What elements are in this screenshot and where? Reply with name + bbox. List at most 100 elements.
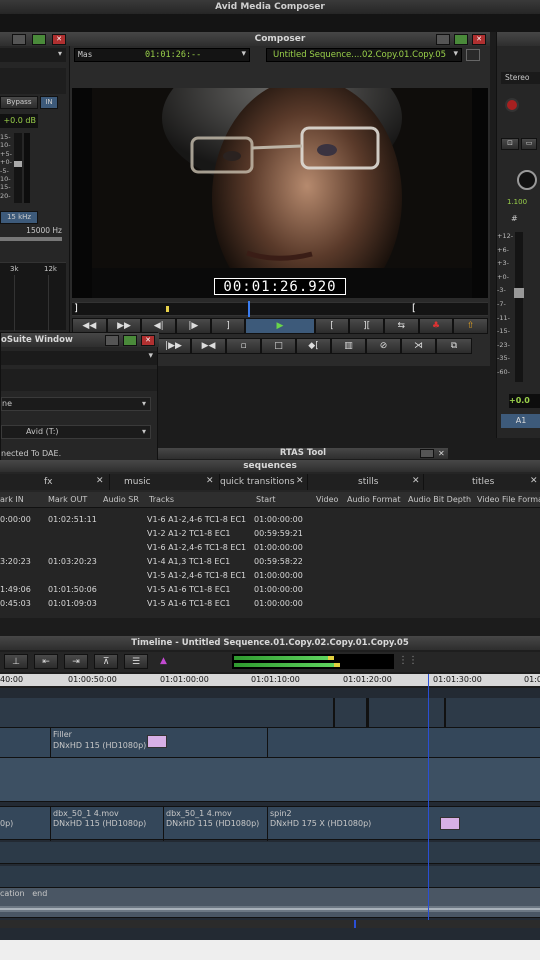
prosuite-field[interactable]: ne ▾ <box>1 397 151 411</box>
track-a2[interactable] <box>0 866 540 888</box>
clip-spin2[interactable]: spin2 DNxHD 175 X (HD1080p) <box>268 807 428 841</box>
freq-slider[interactable] <box>0 237 62 241</box>
add-marker-icon[interactable]: ▲ <box>160 656 167 666</box>
trim-icon[interactable]: ⋊ <box>401 338 436 354</box>
column-header[interactable]: Audio Format <box>347 495 400 504</box>
maximize-button[interactable] <box>123 335 137 346</box>
table-row[interactable]: 3:20:23 01:03:20:23 V1-4 A1,3 TC1-8 EC1 00:… <box>0 555 316 569</box>
clip-dbx-2[interactable]: dbx_50_1 4.mov DNxHD 115 (HD1080p) <box>164 807 268 841</box>
clear-marks-icon[interactable]: ⇆ <box>383 318 419 334</box>
video-monitor[interactable]: 00:01:26.920 <box>72 88 488 298</box>
close-icon[interactable]: ✕ <box>438 448 445 459</box>
track-v5[interactable]: Filler DNxHD 115 (HD1080p) <box>0 728 540 758</box>
column-header[interactable]: ark IN <box>0 495 24 504</box>
drive-selector[interactable]: Avid (T:) ▾ <box>1 425 151 439</box>
timeline-tracks[interactable]: Filler DNxHD 115 (HD1080p) 0p) dbx_50_1 … <box>0 674 540 940</box>
table-row[interactable]: V1-2 A1-2 TC1-8 EC1 00:59:59:21 <box>0 527 316 541</box>
playhead-line[interactable] <box>428 674 429 920</box>
minimize-button[interactable] <box>420 449 434 458</box>
bypass-button[interactable]: Bypass <box>0 96 38 109</box>
segment-icon[interactable]: ▥ <box>331 338 366 354</box>
lift-icon[interactable]: ♣ <box>418 318 454 334</box>
column-header[interactable]: Audio Bit Depth <box>408 495 471 504</box>
timeline-scrollbar[interactable] <box>0 920 540 928</box>
column-header[interactable]: Start <box>256 495 276 504</box>
table-row[interactable]: V1-6 A1-2,4-6 TC1-8 EC1 01:00:00:00 <box>0 541 316 555</box>
mark-out-button[interactable]: ] <box>210 318 246 334</box>
minimize-button[interactable] <box>12 34 26 45</box>
table-row[interactable]: V1-5 A1-2,4-6 TC1-8 EC1 01:00:00:00 <box>0 569 316 583</box>
maximize-button[interactable] <box>454 34 468 45</box>
track-v4[interactable] <box>0 758 540 802</box>
track-a3[interactable]: cation end <box>0 888 540 918</box>
column-header[interactable]: Mark OUT <box>48 495 87 504</box>
position-bar[interactable]: ] [ <box>72 301 488 317</box>
prosuite-dropdown[interactable]: ▾ <box>1 351 157 365</box>
column-header[interactable]: Tracks <box>149 495 174 504</box>
match-frame-icon[interactable]: ◆[ <box>296 338 331 354</box>
tab-stills[interactable]: stills ✕ <box>308 474 424 490</box>
grip-icon[interactable]: ⋮⋮ <box>398 655 418 669</box>
step-forward-icon[interactable]: |▶ <box>176 318 211 334</box>
go-to-in-icon[interactable]: |▶▶ <box>156 338 191 354</box>
plugin-slot[interactable] <box>0 68 66 94</box>
trim-icon[interactable]: ⊼ <box>94 654 118 669</box>
in-button[interactable]: IN <box>40 96 58 109</box>
splice-icon[interactable]: ▫ <box>226 338 261 354</box>
track-a1[interactable] <box>0 842 540 864</box>
gain-fader[interactable] <box>14 133 22 203</box>
close-icon[interactable]: ✕ <box>412 476 420 486</box>
maximize-button[interactable] <box>32 34 46 45</box>
close-icon[interactable]: ✕ <box>296 476 304 486</box>
stereo-selector[interactable]: Stereo <box>501 72 540 84</box>
overwrite-icon[interactable]: □ <box>261 338 296 354</box>
pan-knob[interactable] <box>517 170 537 190</box>
track-v1[interactable]: 0p) dbx_50_1 4.mov DNxHD 115 (HD1080p) d… <box>0 806 540 841</box>
solo-icon[interactable]: ▭ <box>521 138 537 150</box>
prosuite-list[interactable] <box>1 369 157 391</box>
close-button[interactable]: ✕ <box>52 34 66 45</box>
clip-dbx-1[interactable]: dbx_50_1 4.mov DNxHD 115 (HD1080p) <box>50 807 164 841</box>
menu-icon[interactable]: ☰ <box>124 654 148 669</box>
clip-filler[interactable]: Filler DNxHD 115 (HD1080p) <box>50 728 268 758</box>
sequence-selector[interactable]: Untitled Sequence....02.Copy.01.Copy.05 … <box>266 48 462 62</box>
effect-icon[interactable] <box>147 735 167 748</box>
close-icon[interactable]: ✕ <box>96 476 104 486</box>
play-icon[interactable]: ▶ <box>245 318 315 334</box>
volume-fader[interactable] <box>514 232 524 382</box>
extract-icon[interactable]: ⇥ <box>64 654 88 669</box>
minimize-button[interactable] <box>105 335 119 346</box>
timeline-ruler[interactable]: 40:00 01:00:50:00 01:01:00:00 01:01:10:0… <box>0 674 540 686</box>
link-icon[interactable]: ⊡ <box>501 138 519 150</box>
column-header[interactable]: Audio SR <box>103 495 139 504</box>
freq-button[interactable]: 15 kHz <box>0 211 38 224</box>
close-button[interactable]: ✕ <box>472 34 486 45</box>
tab-music[interactable]: music ✕ <box>110 474 220 490</box>
source-selector[interactable]: Mas 01:01:26:-- ▾ <box>74 48 250 62</box>
table-row[interactable]: 0:00:00 01:02:51:11 V1-6 A1-2,4-6 TC1-8 EC… <box>0 513 316 527</box>
playhead[interactable] <box>248 301 250 317</box>
track-v6[interactable] <box>0 698 540 728</box>
mark-in-button[interactable]: [ <box>314 318 350 334</box>
column-header[interactable]: Video File Format <box>477 495 540 504</box>
table-row[interactable]: 0:45:03 01:01:09:03 V1-5 A1-6 TC1-8 EC1 01:… <box>0 597 316 611</box>
tab-fx[interactable]: fx ✕ <box>0 474 110 490</box>
close-icon[interactable]: ✕ <box>530 476 538 486</box>
go-to-out-icon[interactable]: ▶◀ <box>191 338 226 354</box>
close-icon[interactable]: ✕ <box>206 476 214 486</box>
preset-dropdown[interactable]: ▾ <box>0 48 66 62</box>
lift-icon[interactable]: ⇤ <box>34 654 58 669</box>
effect-icon[interactable] <box>440 817 460 830</box>
copy-icon[interactable]: ⧉ <box>436 338 472 354</box>
close-button[interactable]: ✕ <box>141 335 155 346</box>
segment-mode-icon[interactable]: ⊥ <box>4 654 28 669</box>
extract-icon[interactable]: ⇧ <box>453 318 488 334</box>
table-row[interactable]: 1:49:06 01:01:50:06 V1-5 A1-6 TC1-8 EC1 01:… <box>0 583 316 597</box>
column-header[interactable]: Video <box>316 495 338 504</box>
tab-titles[interactable]: titles ✕ <box>424 474 540 490</box>
record-button[interactable] <box>505 98 519 112</box>
no-entry-icon[interactable]: ⊘ <box>366 338 401 354</box>
mark-clip-button[interactable]: ][ <box>349 318 384 334</box>
menu-icon[interactable] <box>466 49 480 61</box>
tab-quick-transitions[interactable]: quick transitions ✕ <box>220 474 308 490</box>
